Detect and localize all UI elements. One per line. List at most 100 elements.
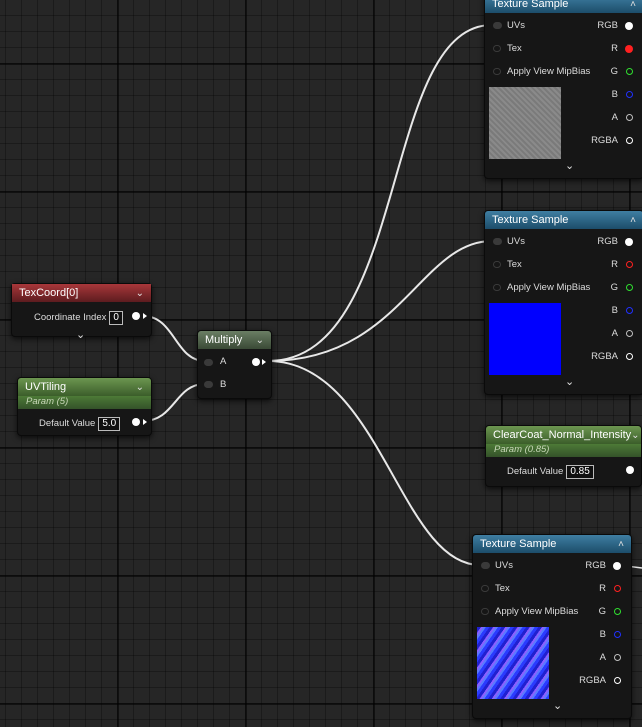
output-pin-rgba[interactable] [614,677,621,684]
uvtiling-title: UVTiling [25,381,67,393]
output-label: G [610,66,618,77]
clearcoat-output-pin[interactable] [626,466,634,474]
texture-sample-title: Texture Sample [492,214,569,226]
output-pin-b[interactable] [626,307,633,314]
wire-uvtiling-to-multiply-b [142,383,206,422]
multiply-node[interactable]: Multiply ⌄ A B [197,330,272,399]
chevron-down-icon[interactable]: ⌄ [136,288,144,299]
multiply-input-b-pin[interactable] [204,381,213,388]
chevron-down-icon[interactable]: ⌄ [631,430,639,441]
coordinate-index-field[interactable]: 0 [109,311,123,325]
input-label: Apply View MipBias [507,66,591,77]
texture-sample-node[interactable]: Texture Sample ˄ UVs Tex Apply View MipBias R… [484,210,642,395]
multiply-output-pin[interactable] [252,358,260,366]
output-pin-g[interactable] [614,608,621,615]
input-label: Apply View MipBias [507,282,591,293]
texcoord-title: TexCoord[0] [19,287,79,299]
wire-multiply-to-texture3 [267,360,481,566]
uvtiling-node[interactable]: UVTiling ⌄ Param (5) Default Value 5.0 [17,377,152,436]
texture-sample-header[interactable]: Texture Sample ˄ [485,0,642,13]
texture-sample-node[interactable]: Texture Sample ˄ UVs Tex Apply View MipBias R… [484,0,642,179]
output-pin-rgba[interactable] [626,137,633,144]
default-value-label: Default Value [39,418,96,429]
texcoord-node[interactable]: TexCoord[0] ⌄ Coordinate Index 0 ⌄ [11,283,152,341]
output-label: RGB [585,560,606,571]
output-arrow-icon [143,313,147,319]
input-label: UVs [507,20,525,31]
output-label: R [611,259,618,270]
output-label: R [599,583,606,594]
output-label: RGB [597,20,618,31]
chevron-down-icon[interactable]: ⌄ [136,382,144,393]
chevron-down-icon[interactable]: ⌄ [565,375,574,388]
chevron-up-icon[interactable]: ˄ [630,215,636,226]
texture-sample-node[interactable]: Texture Sample ˄ UVs Tex Apply View MipBias R… [472,534,632,719]
output-pin-a[interactable] [614,654,621,661]
output-label: A [611,328,618,339]
output-pin-r[interactable] [625,45,633,53]
clearcoat-header[interactable]: ClearCoat_Normal_Intensity ⌄ [486,426,641,444]
uvtiling-output-pin[interactable] [132,418,140,426]
multiply-title: Multiply [205,334,243,346]
input-pin-uvs[interactable] [481,562,490,569]
output-pin-a[interactable] [626,114,633,121]
texcoord-output-pin[interactable] [132,312,140,320]
input-pin-apply-view-mipbias[interactable] [481,608,489,615]
output-pin-r[interactable] [614,585,621,592]
output-label: RGBA [591,351,618,362]
input-pin-tex[interactable] [493,261,501,268]
uvtiling-subtitle: Param (5) [26,396,69,407]
default-value-row: Default Value 5.0 [39,417,121,431]
output-arrow-icon [143,419,147,425]
input-label: Tex [507,43,522,54]
texcoord-header-bar[interactable]: TexCoord[0] ⌄ [12,284,151,302]
chevron-up-icon[interactable]: ˄ [618,539,624,550]
output-pin-rgba[interactable] [626,353,633,360]
input-pin-apply-view-mipbias[interactable] [493,68,501,75]
input-pin-uvs[interactable] [493,22,502,29]
multiply-header[interactable]: Multiply ⌄ [198,331,271,349]
input-pin-tex[interactable] [481,585,489,592]
clearcoat-default-value-field[interactable]: 0.85 [566,465,594,479]
multiply-input-a-pin[interactable] [204,359,213,366]
output-pin-b[interactable] [614,631,621,638]
output-label: B [611,305,618,316]
wire-multiply-to-texture1 [267,24,493,362]
coordinate-index-row: Coordinate Index 0 [34,311,123,325]
input-pin-uvs[interactable] [493,238,502,245]
output-label: B [599,629,606,640]
chevron-down-icon[interactable]: ⌄ [256,335,264,346]
output-pin-g[interactable] [626,284,633,291]
texture-sample-header[interactable]: Texture Sample ˄ [473,535,631,553]
chevron-down-icon[interactable]: ⌄ [553,699,562,712]
output-pin-a[interactable] [626,330,633,337]
input-pin-tex[interactable] [493,45,501,52]
output-arrow-icon [262,359,266,365]
clearcoat-node[interactable]: ClearCoat_Normal_Intensity ⌄ Param (0.85… [485,425,642,487]
output-label: RGBA [579,675,606,686]
output-label: A [611,112,618,123]
gray-noise-texture [489,87,561,159]
output-pin-rgb[interactable] [625,238,633,246]
texture-sample-header[interactable]: Texture Sample ˄ [485,211,642,229]
chevron-down-icon[interactable]: ⌄ [565,159,574,172]
chevron-up-icon[interactable]: ˄ [630,0,636,10]
chevron-down-icon[interactable]: ⌄ [76,328,85,341]
output-pin-b[interactable] [626,91,633,98]
output-pin-r[interactable] [626,261,633,268]
output-pin-rgb[interactable] [625,22,633,30]
texture-sample-title: Texture Sample [480,538,557,550]
output-pin-rgb[interactable] [613,562,621,570]
clearcoat-default-value-label: Default Value [507,466,564,477]
clearcoat-subtitle: Param (0.85) [494,444,550,455]
input-label: Apply View MipBias [495,606,579,617]
multiply-a-label: A [220,356,227,367]
input-label: Tex [495,583,510,594]
solid-blue-texture [489,303,561,375]
uvtiling-header[interactable]: UVTiling ⌄ [18,378,151,396]
output-label: A [599,652,606,663]
input-pin-apply-view-mipbias[interactable] [493,284,501,291]
output-pin-g[interactable] [626,68,633,75]
default-value-field[interactable]: 5.0 [98,417,121,431]
output-label: G [598,606,606,617]
